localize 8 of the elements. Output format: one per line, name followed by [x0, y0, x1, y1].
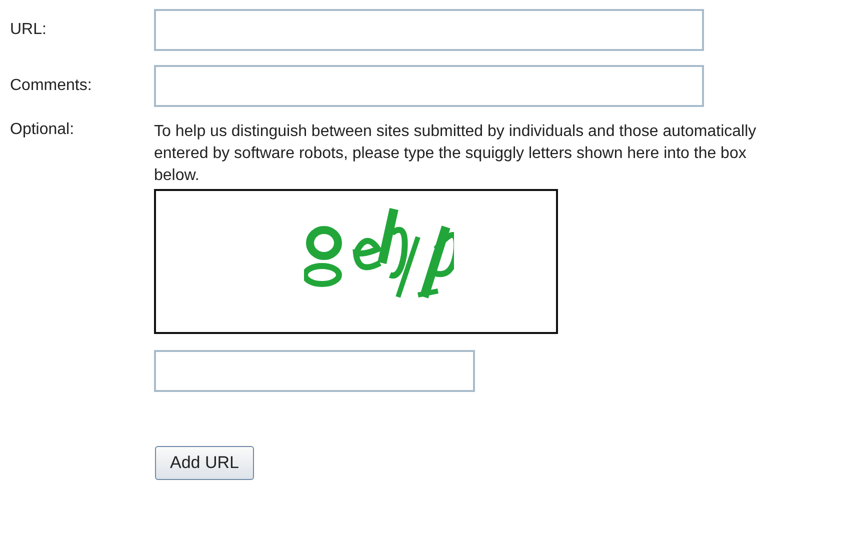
add-url-button[interactable]: Add URL [155, 446, 254, 480]
input-field[interactable] [154, 9, 704, 51]
instructions-text: To help us distinguish between sites submitted by individuals and those automatically entered by software robots, please type the squiggly letters shown here into the box below. [154, 122, 758, 186]
input-field[interactable] [154, 350, 475, 392]
field-label: URL: [10, 21, 48, 39]
field-label: Optional: [10, 121, 76, 139]
input-field[interactable] [154, 65, 704, 107]
field-label: Comments: [10, 77, 93, 95]
